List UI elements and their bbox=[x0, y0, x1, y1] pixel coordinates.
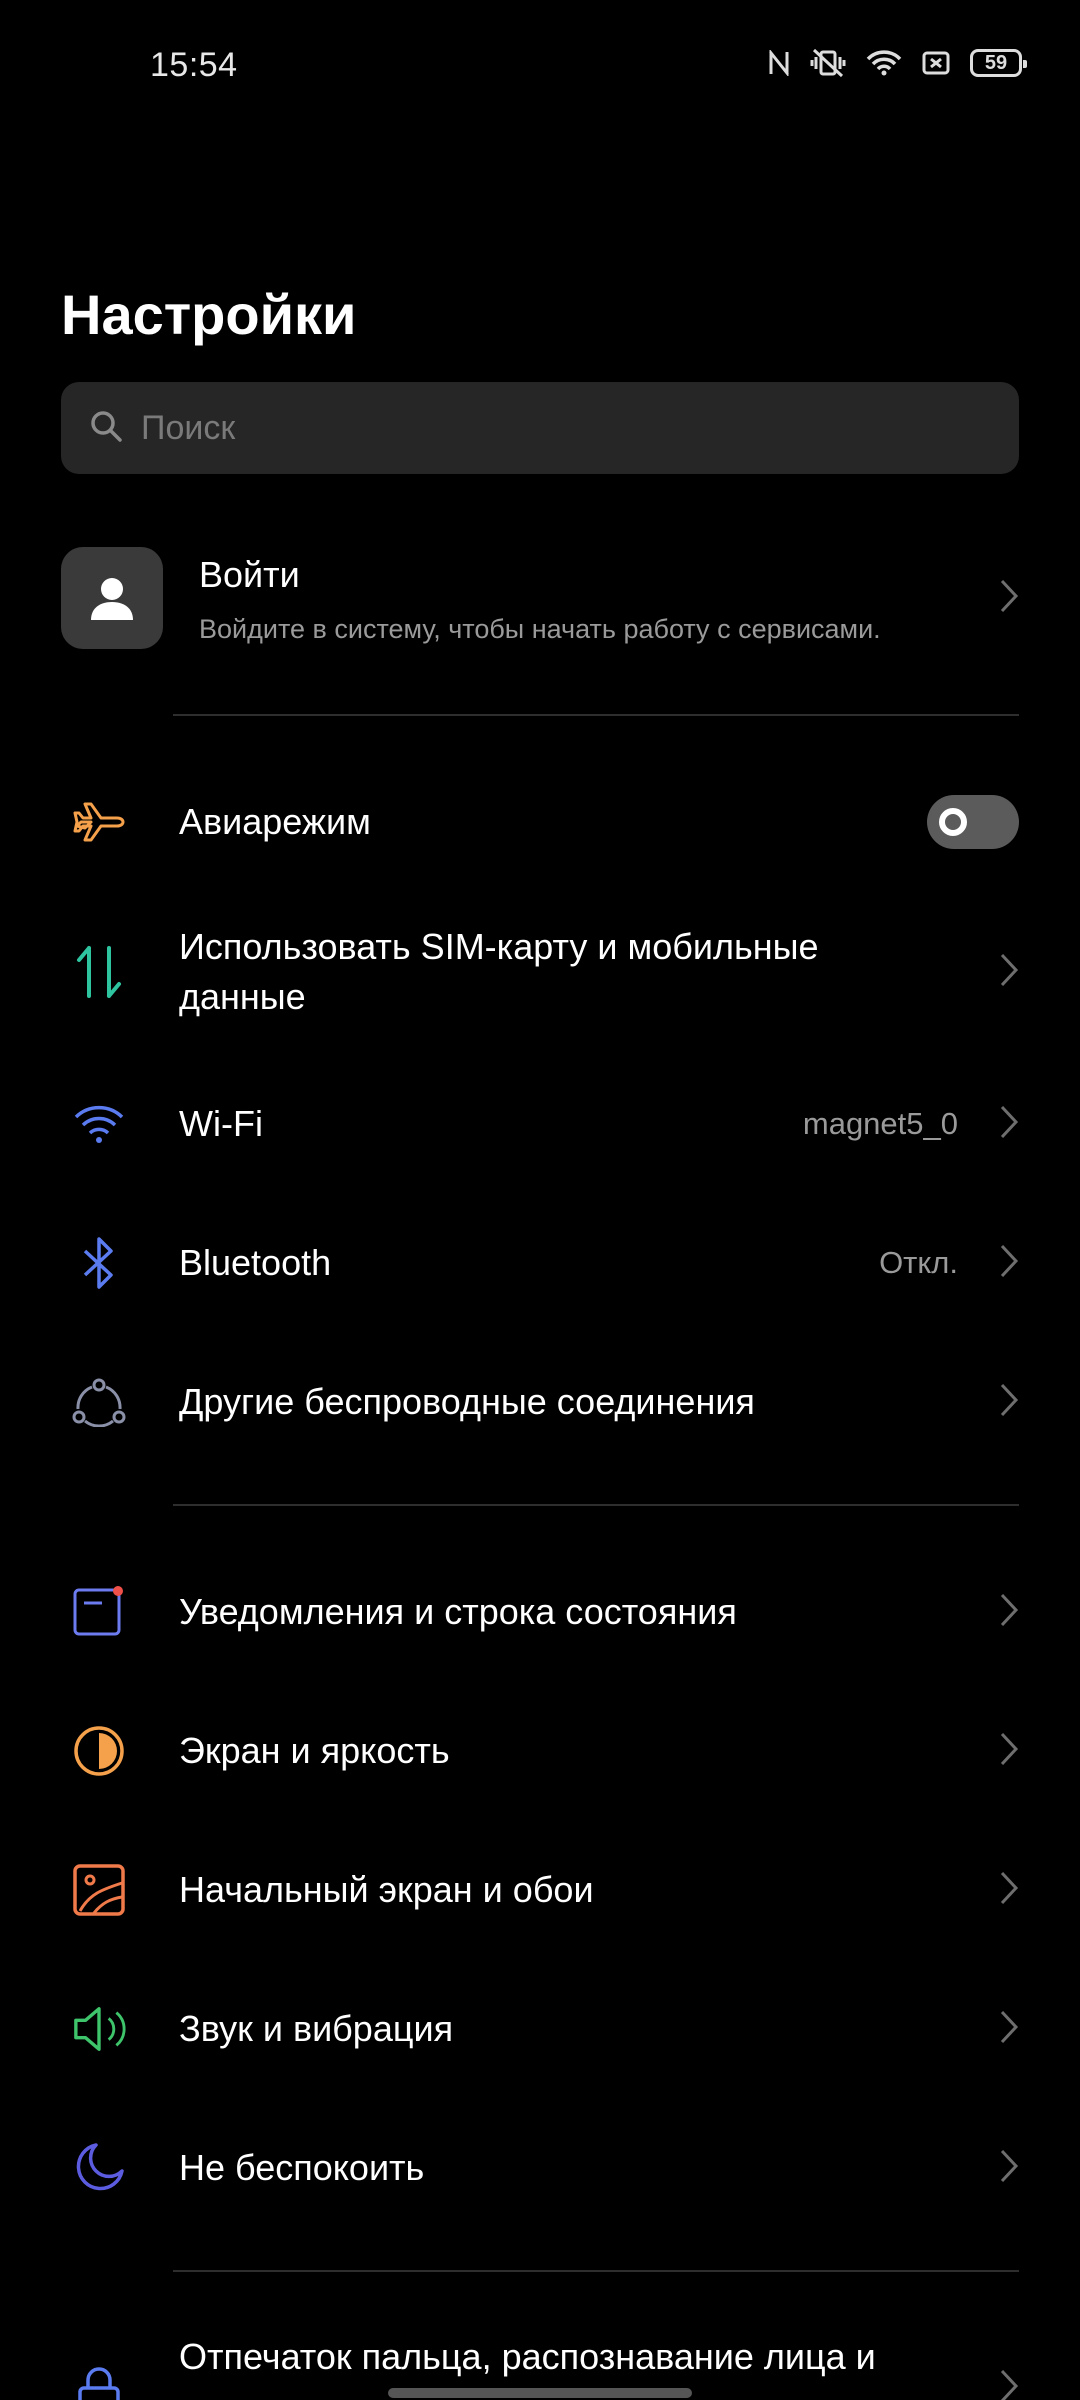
row-label: Другие беспроводные соединения bbox=[179, 1381, 755, 1422]
sound-icon bbox=[72, 2002, 126, 2056]
row-label: Использовать SIM-карту и мобильные данны… bbox=[179, 926, 819, 1017]
notifications-icon bbox=[72, 1585, 126, 1639]
row-label: Не беспокоить bbox=[179, 2147, 425, 2188]
chevron-right-icon bbox=[999, 1243, 1019, 1284]
row-display-brightness[interactable]: Экран и яркость bbox=[0, 1721, 1080, 1781]
status-icons: 59 bbox=[768, 48, 1027, 78]
row-label: Отпечаток пальца, распознавание лица и bbox=[179, 2336, 876, 2377]
bluetooth-icon bbox=[72, 1236, 126, 1290]
chevron-right-icon bbox=[999, 578, 1019, 619]
brightness-icon bbox=[72, 1724, 126, 1778]
wifi-icon bbox=[72, 1097, 126, 1151]
airplane-mode-toggle[interactable] bbox=[927, 795, 1019, 849]
divider bbox=[173, 714, 1019, 716]
row-notifications[interactable]: Уведомления и строка состояния bbox=[0, 1582, 1080, 1642]
wifi-icon bbox=[866, 49, 902, 77]
moon-icon bbox=[72, 2141, 126, 2195]
battery-icon: 59 bbox=[970, 49, 1027, 77]
chevron-right-icon bbox=[999, 952, 1019, 993]
row-do-not-disturb[interactable]: Не беспокоить bbox=[0, 2138, 1080, 2198]
toggle-knob bbox=[939, 808, 967, 836]
connections-icon bbox=[72, 1375, 126, 1429]
airplane-icon bbox=[72, 795, 126, 849]
row-wifi[interactable]: Wi-Fi magnet5_0 bbox=[0, 1094, 1080, 1154]
search-bar[interactable] bbox=[61, 382, 1019, 474]
row-label: Wi-Fi bbox=[179, 1103, 263, 1144]
status-time: 15:54 bbox=[150, 46, 238, 84]
vibrate-off-icon bbox=[810, 48, 846, 78]
mobile-data-icon bbox=[72, 945, 126, 999]
row-sim-mobile-data[interactable]: Использовать SIM-карту и мобильные данны… bbox=[0, 922, 1080, 1022]
row-airplane-mode[interactable]: Авиарежим bbox=[0, 792, 1080, 852]
chevron-right-icon bbox=[999, 1731, 1019, 1772]
row-sound-vibration[interactable]: Звук и вибрация bbox=[0, 1999, 1080, 2059]
account-text: Войти Войдите в систему, чтобы начать ра… bbox=[199, 554, 881, 645]
row-home-screen-wallpaper[interactable]: Начальный экран и обои bbox=[0, 1860, 1080, 1920]
row-label: Начальный экран и обои bbox=[179, 1869, 594, 1910]
lock-icon bbox=[72, 2366, 126, 2400]
divider bbox=[173, 1504, 1019, 1506]
search-input[interactable] bbox=[141, 408, 961, 448]
chevron-right-icon bbox=[999, 1592, 1019, 1633]
row-bluetooth[interactable]: Bluetooth Откл. bbox=[0, 1233, 1080, 1293]
chevron-right-icon bbox=[999, 2148, 1019, 2189]
chevron-right-icon bbox=[999, 1382, 1019, 1423]
settings-screen: 15:54 59 Настройки Поиск Войти Войдите в… bbox=[0, 0, 1080, 2400]
chevron-right-icon bbox=[999, 2368, 1019, 2400]
row-label: Звук и вибрация bbox=[179, 2008, 454, 2049]
search-icon bbox=[89, 409, 123, 448]
account-subtitle: Войдите в систему, чтобы начать работу с… bbox=[199, 614, 881, 644]
wallpaper-icon bbox=[72, 1863, 126, 1917]
row-label: Экран и яркость bbox=[179, 1730, 450, 1771]
gesture-nav-bar[interactable] bbox=[388, 2388, 692, 2398]
row-label: Bluetooth bbox=[179, 1242, 332, 1283]
nfc-icon bbox=[768, 50, 790, 76]
avatar bbox=[61, 547, 163, 649]
bluetooth-status: Откл. bbox=[879, 1245, 958, 1280]
chevron-right-icon bbox=[999, 2009, 1019, 2050]
row-label: Уведомления и строка состояния bbox=[179, 1591, 737, 1632]
row-label: Авиарежим bbox=[179, 801, 371, 842]
status-bar: 15:54 59 bbox=[0, 0, 1080, 140]
account-sign-in[interactable]: Войти Войдите в систему, чтобы начать ра… bbox=[61, 546, 1019, 650]
sim-off-icon bbox=[922, 51, 950, 75]
row-other-wireless[interactable]: Другие беспроводные соединения bbox=[0, 1372, 1080, 1432]
chevron-right-icon bbox=[999, 1870, 1019, 1911]
divider bbox=[173, 2270, 1019, 2272]
chevron-right-icon bbox=[999, 1104, 1019, 1145]
account-title: Войти bbox=[199, 554, 300, 595]
wifi-network-name: magnet5_0 bbox=[802, 1106, 958, 1141]
page-title: Настройки bbox=[61, 283, 357, 346]
